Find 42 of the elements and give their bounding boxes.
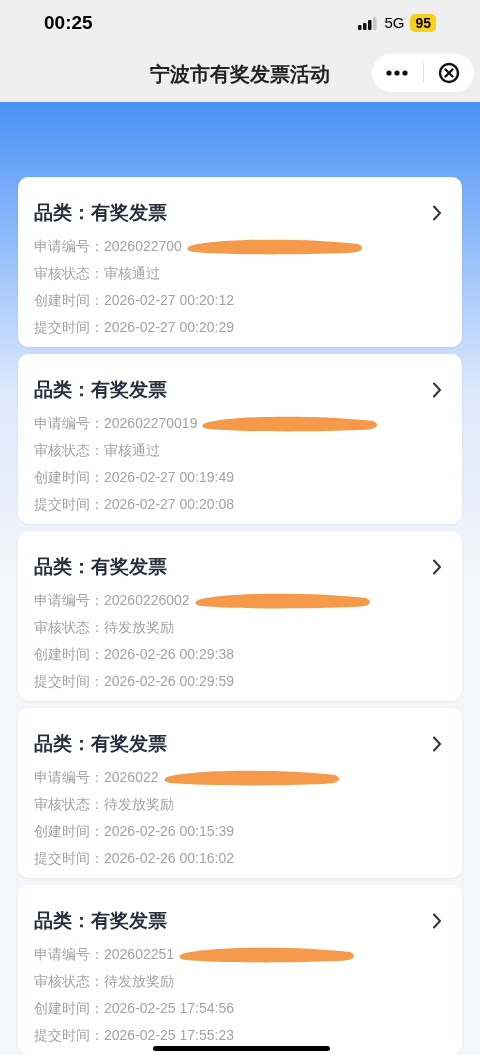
record-detail: 创建时间：2026-02-27 00:20:12 — [34, 290, 234, 310]
record-detail: 申请编号：2026022700 — [34, 236, 182, 256]
record-detail: 审核状态：审核通过 — [34, 263, 160, 283]
chevron-right-icon — [432, 559, 442, 576]
chevron-right-icon — [432, 205, 442, 222]
record-detail: 提交时间：2026-02-27 00:20:29 — [34, 317, 234, 337]
record-card[interactable]: 品类：有奖发票 申请编号：2026022 审核状态：待发放奖励 创建时间：2026-02-26 00:15:39 提交时间：2026-02-26 00:16:02 — [18, 708, 462, 878]
more-icon — [386, 70, 409, 76]
record-detail: 审核状态：待发放奖励 — [34, 617, 174, 637]
record-detail: 申请编号：202602270019 — [34, 413, 198, 433]
status-time: 00:25 — [44, 10, 93, 35]
record-detail: 提交时间：2026-02-26 00:29:59 — [34, 671, 234, 691]
close-icon — [437, 62, 460, 84]
chevron-right-icon — [432, 913, 442, 930]
record-card[interactable]: 品类：有奖发票 申请编号：202602251 审核状态：待发放奖励 创建时间：2026-02-25 17:54:56 提交时间：2026-02-25 17:55:23 — [18, 885, 462, 1055]
card-title: 品类：有奖发票 — [34, 201, 167, 225]
record-detail: 审核状态：审核通过 — [34, 440, 160, 460]
record-detail: 审核状态：待发放奖励 — [34, 971, 174, 991]
record-detail: 提交时间：2026-02-26 00:16:02 — [34, 848, 234, 868]
record-card[interactable]: 品类：有奖发票 申请编号：2026022700 审核状态：审核通过 创建时间：2026-02-27 00:20:12 提交时间：2026-02-27 00:20:29 — [18, 177, 462, 347]
record-card[interactable]: 品类：有奖发票 申请编号：20260226002 审核状态：待发放奖励 创建时间：2026-02-26 00:29:38 提交时间：2026-02-26 00:29:59 — [18, 531, 462, 701]
record-detail: 申请编号：20260226002 — [34, 590, 190, 610]
record-detail: 创建时间：2026-02-25 17:54:56 — [34, 998, 234, 1018]
chevron-right-icon — [432, 382, 442, 399]
record-detail: 提交时间：2026-02-27 00:20:08 — [34, 494, 234, 514]
record-detail: 创建时间：2026-02-26 00:29:38 — [34, 644, 234, 664]
network-label: 5G — [384, 12, 405, 33]
record-detail: 申请编号：202602251 — [34, 944, 175, 964]
card-title: 品类：有奖发票 — [34, 555, 167, 579]
card-title: 品类：有奖发票 — [34, 909, 167, 933]
page-title: 宁波市有奖发票活动 — [150, 62, 330, 87]
record-card[interactable]: 品类：有奖发票 申请编号：202602270019 审核状态：审核通过 创建时间：2026-02-27 00:19:49 提交时间：2026-02-27 00:20:08 — [18, 354, 462, 524]
record-detail: 创建时间：2026-02-27 00:19:49 — [34, 467, 234, 487]
battery-level: 95 — [410, 14, 436, 32]
card-title: 品类：有奖发票 — [34, 732, 167, 756]
record-detail: 创建时间：2026-02-26 00:15:39 — [34, 821, 234, 841]
record-detail: 申请编号：2026022 — [34, 767, 159, 787]
chevron-right-icon — [432, 736, 442, 753]
record-detail: 提交时间：2026-02-25 17:55:23 — [34, 1025, 234, 1045]
record-detail: 审核状态：待发放奖励 — [34, 794, 174, 814]
signal-icon — [358, 16, 379, 30]
card-title: 品类：有奖发票 — [34, 378, 167, 402]
